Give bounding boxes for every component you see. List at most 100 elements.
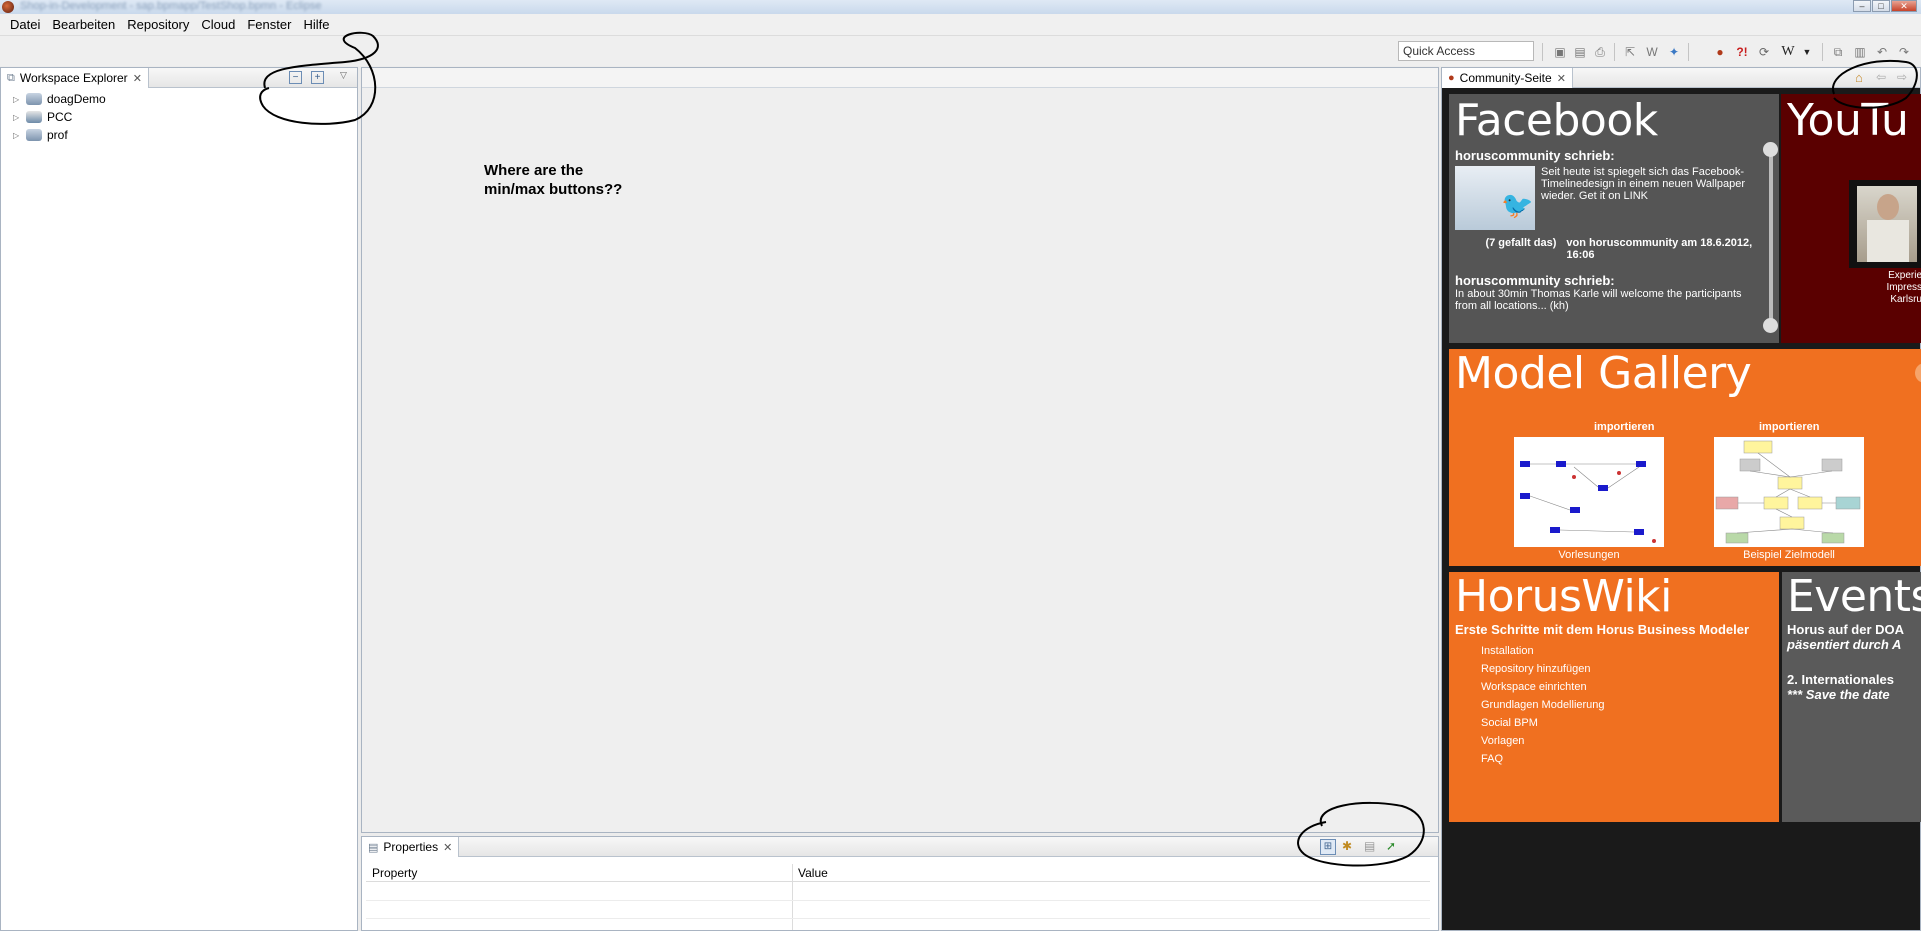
workspace-explorer-pane: ⧉ Workspace Explorer ✕ − + ▽ ▷ doagDemo … [0,67,358,931]
tree-item-doagdemo[interactable]: ▷ doagDemo [13,92,106,106]
expand-all-icon[interactable]: + [311,71,324,84]
wiki-link-workspace[interactable]: Workspace einrichten [1481,678,1773,696]
home-icon[interactable]: ⌂ [1855,70,1863,85]
wiki-link-modellierung[interactable]: Grundlagen Modellierung [1481,696,1773,714]
model-thumbnail-zielmodell[interactable] [1714,437,1864,547]
toolbar-separator [1614,43,1615,61]
pin-icon[interactable]: ➚ [1386,839,1396,853]
eclipse-app-icon [2,1,14,13]
post-image: 🐦 [1455,166,1535,230]
scrollbar-thumb[interactable] [1763,142,1778,157]
wiki-link-installation[interactable]: Installation [1481,642,1773,660]
editor-tabbar [362,68,1438,88]
project-icon [26,129,42,141]
community-tabstrip: ● Community-Seite ✕ ⌂ ⇦ ⇨ [1442,68,1920,88]
save-icon[interactable]: ▣ [1552,44,1568,60]
wikipedia-icon[interactable]: W [1780,44,1796,60]
facebook-title: Facebook [1455,95,1658,146]
tab-workspace-explorer[interactable]: ⧉ Workspace Explorer ✕ [1,68,149,88]
tab-community-seite[interactable]: ● Community-Seite ✕ [1442,68,1573,88]
wiki-link-vorlagen[interactable]: Vorlagen [1481,732,1773,750]
wiki-link-social-bpm[interactable]: Social BPM [1481,714,1773,732]
chevron-down-icon[interactable]: ▼ [1799,44,1815,60]
close-icon[interactable]: ✕ [1557,72,1566,85]
scrollbar-thumb[interactable] [1763,318,1778,333]
tree-item-label: prof [47,128,68,142]
main-toolbar: Quick Access ▣ ▤ ⎙ ⇱ W ✦ ● ?! ⟳ W ▼ ⧉ ▥ … [0,36,1921,66]
restore-default-icon[interactable]: ▤ [1364,839,1375,853]
column-header-value[interactable]: Value [792,864,1430,882]
close-window-icon[interactable]: ✕ [1891,0,1917,12]
wiki-icon[interactable]: W [1644,44,1660,60]
export-icon[interactable]: ⇱ [1622,44,1638,60]
wand-icon[interactable]: ✦ [1666,44,1682,60]
redo-icon[interactable]: ↷ [1896,44,1912,60]
community-pane: ● Community-Seite ✕ ⌂ ⇦ ⇨ Facebook horus… [1441,67,1921,931]
tab-label: Properties [383,840,439,854]
post-meta: von horuscommunity am 18.6.2012, 16:06 [1566,237,1753,261]
quick-access-input[interactable]: Quick Access [1398,41,1534,61]
project-icon [26,93,42,105]
table-row [366,919,1430,931]
minimize-window-icon[interactable]: – [1853,0,1871,12]
video-thumbnail[interactable] [1849,180,1921,268]
facebook-tile[interactable]: Facebook horuscommunity schrieb: 🐦 Seit … [1449,94,1779,343]
horuswiki-tile[interactable]: HorusWiki Erste Schritte mit dem Horus B… [1449,572,1779,822]
close-icon[interactable]: ✕ [443,841,452,854]
table-row [366,901,1430,919]
events-title: Events [1787,572,1921,622]
toolbar-separator [1688,43,1689,61]
expand-arrow-icon[interactable]: ▷ [13,113,21,122]
menu-bearbeiten[interactable]: Bearbeiten [46,17,121,32]
show-categories-icon[interactable]: ⊞ [1320,839,1336,855]
table-row [366,883,1430,901]
window-title-bar: Shop-in-Development - sap.bpmapp/TestSho… [0,0,1921,14]
youtube-tile[interactable]: YouTu Experie Impress Karlsru [1781,94,1921,343]
post-likes: (7 gefallt das) [1485,237,1557,249]
event-line: päsentiert durch A [1787,637,1902,652]
model-thumbnail-vorlesungen[interactable] [1514,437,1664,547]
tab-properties[interactable]: ▤ Properties ✕ [362,837,460,857]
maximize-window-icon[interactable]: □ [1872,0,1890,12]
wiki-link-repository[interactable]: Repository hinzufügen [1481,660,1773,678]
close-icon[interactable]: ✕ [133,72,142,85]
menu-repository[interactable]: Repository [121,17,195,32]
paste-icon[interactable]: ▥ [1852,44,1868,60]
tree-item-pcc[interactable]: ▷ PCC [13,110,72,124]
forward-icon[interactable]: ⇨ [1897,70,1907,84]
menu-datei[interactable]: Datei [4,17,46,32]
gallery-title: Model Gallery [1455,349,1752,399]
scrollbar-track[interactable] [1769,148,1773,328]
help-icon[interactable]: ?! [1734,44,1750,60]
explorer-icon: ⧉ [7,71,15,84]
events-tile[interactable]: Events Horus auf der DOA päsentiert durc… [1782,572,1921,822]
print-icon[interactable]: ⎙ [1592,44,1608,60]
wiki-link-faq[interactable]: FAQ [1481,750,1773,768]
import-link[interactable]: importieren [1759,421,1820,433]
show-advanced-icon[interactable]: ✱ [1342,839,1352,853]
window-controls: – □ ✕ [1853,0,1917,12]
wiki-link-list: Installation Repository hinzufügen Works… [1455,642,1773,768]
save-all-icon[interactable]: ▤ [1572,44,1588,60]
undo-icon[interactable]: ↶ [1874,44,1890,60]
back-icon[interactable]: ⇦ [1876,70,1886,84]
column-header-property[interactable]: Property [366,864,792,882]
menu-hilfe[interactable]: Hilfe [297,17,335,32]
tree-item-label: PCC [47,110,73,124]
menu-bar: Datei Bearbeiten Repository Cloud Fenste… [0,14,1921,36]
toolbar-separator [1542,43,1543,61]
properties-icon: ▤ [368,841,379,854]
tree-item-prof[interactable]: ▷ prof [13,128,68,142]
copy-icon[interactable]: ⧉ [1830,44,1846,60]
menu-cloud[interactable]: Cloud [195,17,241,32]
community-icon[interactable]: ● [1712,44,1728,60]
model-gallery-tile[interactable]: Model Gallery importieren Vorlesungen im… [1449,349,1921,566]
view-menu-icon[interactable]: ▽ [340,70,347,81]
menu-fenster[interactable]: Fenster [241,17,297,32]
expand-arrow-icon[interactable]: ▷ [13,95,21,104]
import-link[interactable]: importieren [1594,421,1655,433]
collapse-all-icon[interactable]: − [289,71,302,84]
refresh-icon[interactable]: ⟳ [1756,44,1772,60]
window-title: Shop-in-Development - sap.bpmapp/TestSho… [20,0,322,12]
expand-arrow-icon[interactable]: ▷ [13,131,21,140]
